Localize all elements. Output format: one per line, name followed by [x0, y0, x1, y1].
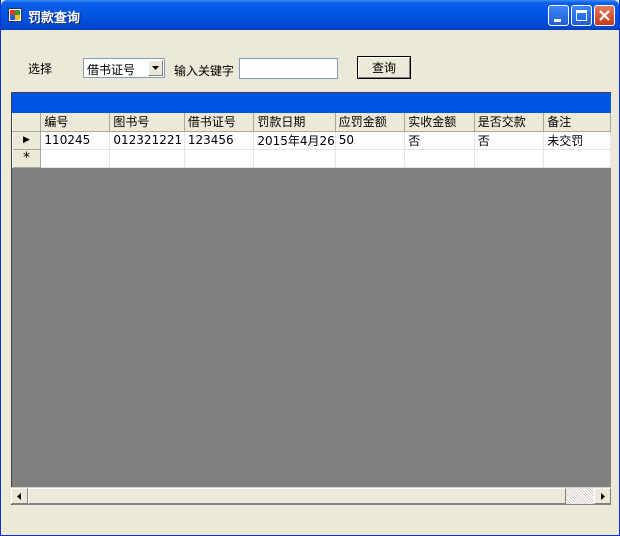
corner-header[interactable]	[12, 113, 42, 132]
table-cell[interactable]: 50	[335, 131, 406, 150]
header-row: 编号 图书号 借书证号 罚款日期 应罚金额 实收金额 是否交款 备注	[12, 113, 611, 132]
column-header[interactable]: 图书号	[109, 113, 185, 132]
table-cell[interactable]	[404, 149, 475, 168]
scroll-left-button[interactable]	[11, 488, 28, 504]
maximize-button[interactable]	[571, 5, 592, 26]
table-cell[interactable]	[543, 149, 611, 168]
fine-query-window: 罚款查询 选择 借书证号 输入关键字 查询 编号 图书号 借书证号 罚款日期 应…	[0, 0, 620, 536]
keyword-input[interactable]	[239, 58, 338, 79]
fines-table: 编号 图书号 借书证号 罚款日期 应罚金额 实收金额 是否交款 备注 ▶ 110…	[12, 113, 611, 168]
table-cell[interactable]	[253, 149, 336, 168]
select-label: 选择	[28, 62, 53, 76]
table-cell[interactable]: 未交罚	[543, 131, 611, 150]
table-cell[interactable]: 否	[404, 131, 475, 150]
window-title: 罚款查询	[28, 11, 81, 26]
column-header[interactable]: 借书证号	[183, 113, 255, 132]
scroll-track[interactable]	[566, 488, 594, 504]
close-icon	[599, 10, 610, 21]
table-cell[interactable]: 110245	[40, 131, 111, 150]
dropdown-button[interactable]	[148, 60, 163, 76]
keyword-label: 输入关键字	[174, 64, 235, 78]
table-cell[interactable]	[40, 149, 111, 168]
horizontal-scrollbar[interactable]	[11, 487, 611, 504]
column-header[interactable]: 备注	[543, 113, 611, 132]
current-row-indicator[interactable]: ▶	[12, 131, 42, 150]
chevron-down-icon	[152, 66, 159, 70]
column-header[interactable]: 应罚金额	[334, 113, 406, 132]
table-cell[interactable]	[184, 149, 255, 168]
search-field-select[interactable]: 借书证号	[83, 58, 165, 78]
new-row-indicator[interactable]: *	[12, 149, 42, 168]
scroll-thumb[interactable]	[28, 488, 566, 504]
minimize-icon	[554, 19, 561, 22]
table-cell[interactable]	[109, 149, 185, 168]
column-header[interactable]: 实收金额	[404, 113, 475, 132]
table-cell[interactable]	[474, 149, 545, 168]
title-bar[interactable]: 罚款查询	[1, 0, 619, 30]
close-button[interactable]	[594, 5, 615, 26]
new-row[interactable]: *	[12, 149, 611, 168]
minimize-button[interactable]	[548, 5, 569, 26]
query-button[interactable]: 查询	[357, 56, 411, 79]
scroll-right-button[interactable]	[594, 488, 611, 504]
search-field-select-value: 借书证号	[87, 63, 136, 77]
arrow-right-icon	[601, 493, 605, 500]
table-cell[interactable]: 123456	[184, 131, 255, 150]
table-cell[interactable]: 012321221	[109, 131, 185, 150]
grid-caption-bar	[12, 93, 611, 113]
table-cell[interactable]: 否	[474, 131, 545, 150]
table-cell[interactable]: 2015年4月26	[253, 131, 336, 150]
column-header[interactable]: 罚款日期	[253, 113, 336, 132]
app-icon	[8, 8, 22, 22]
fines-data-grid[interactable]: 编号 图书号 借书证号 罚款日期 应罚金额 实收金额 是否交款 备注 ▶ 110…	[11, 92, 611, 505]
table-row[interactable]: ▶ 110245 012321221 123456 2015年4月26 50 否…	[12, 131, 611, 150]
table-cell[interactable]	[335, 149, 406, 168]
column-header[interactable]: 编号	[40, 113, 111, 132]
maximize-icon	[576, 10, 587, 21]
column-header[interactable]: 是否交款	[473, 113, 545, 132]
arrow-left-icon	[17, 493, 21, 500]
